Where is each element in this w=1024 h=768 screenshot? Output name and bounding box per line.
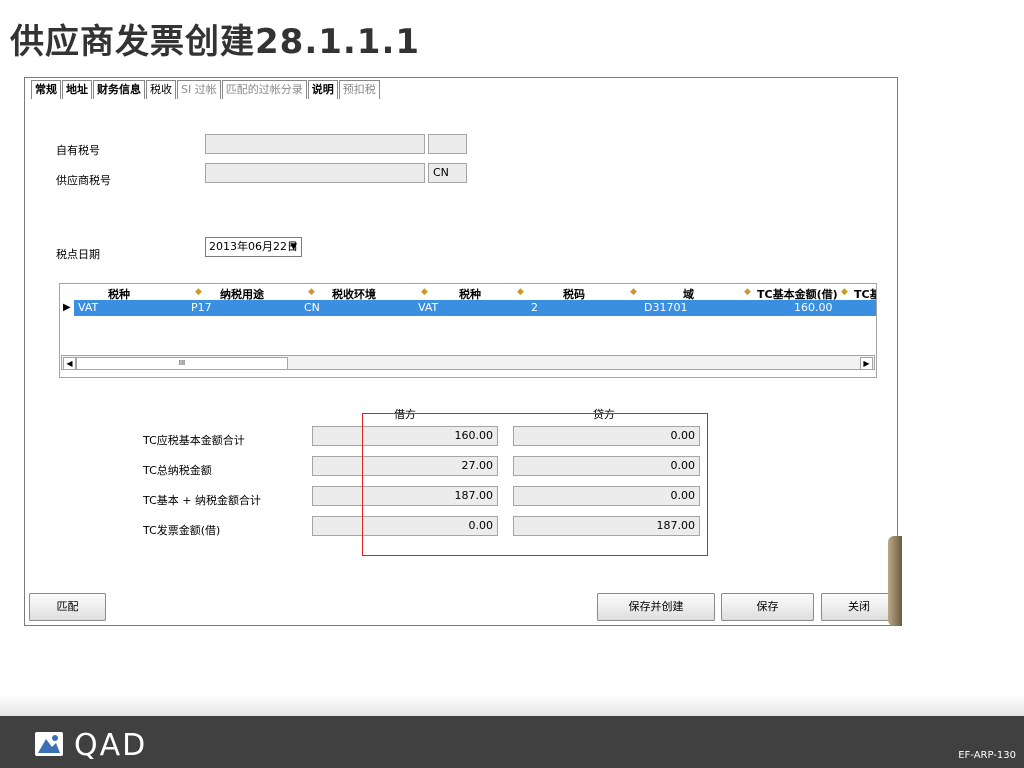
tab-description[interactable]: 说明	[307, 80, 338, 99]
save-and-create-button[interactable]: 保存并创建	[597, 593, 715, 621]
tax-date-select[interactable]: 2013年06月22日 ▼	[205, 237, 302, 257]
highlight-box	[362, 413, 708, 556]
cell-tax-type-2: VAT	[418, 301, 439, 314]
sort-icon: ◆	[517, 287, 524, 297]
own-tax-no-field[interactable]	[205, 134, 425, 154]
total-label-tax-amount: TC总纳税金额	[143, 464, 212, 477]
supplier-tax-country-field[interactable]: CN	[428, 163, 467, 183]
tab-address[interactable]: 地址	[62, 80, 92, 99]
total-label-taxable-base: TC应税基本金额合计	[143, 434, 245, 447]
scroll-right-icon[interactable]: ▶	[860, 357, 873, 370]
chevron-down-icon: ▼	[290, 242, 297, 252]
tax-date-value: 2013年06月22日	[209, 240, 298, 253]
scroll-thumb[interactable]: III	[76, 357, 288, 370]
sort-icon: ◆	[744, 287, 751, 297]
invoice-window: 常规 地址 财务信息 税收 SI 过帐 匹配的过帐分录 说明 预扣税 自有税号 …	[24, 77, 898, 626]
grid-header: 税种 ◆ 纳税用途 ◆ 税收环境 ◆ 税种 ◆ 税码 ◆ 域 ◆ TC基本金额(…	[60, 286, 876, 301]
footer-gradient	[0, 694, 1024, 716]
horizontal-scrollbar[interactable]: ◀ III ▶	[61, 355, 875, 370]
qad-logo-text: QAD	[74, 728, 148, 763]
own-tax-no-label: 自有税号	[56, 144, 100, 157]
slide-footer	[0, 716, 1024, 768]
sort-icon: ◆	[841, 287, 848, 297]
supplier-tax-no-label: 供应商税号	[56, 174, 111, 187]
match-button[interactable]: 匹配	[29, 593, 106, 621]
sort-icon: ◆	[421, 287, 428, 297]
sort-icon: ◆	[308, 287, 315, 297]
cell-tax-code: 2	[531, 301, 538, 314]
tab-bar: 常规 地址 财务信息 税收 SI 过帐 匹配的过帐分录 说明 预扣税	[31, 80, 381, 99]
sort-icon: ◆	[195, 287, 202, 297]
cell-tc-base-debit: 160.00	[794, 301, 833, 314]
tab-si-posting[interactable]: SI 过帐	[177, 80, 221, 99]
tab-withholding-tax[interactable]: 预扣税	[338, 80, 380, 99]
tab-general[interactable]: 常规	[31, 80, 61, 99]
qad-logo-icon	[35, 732, 63, 756]
total-label-base-plus-tax: TC基本 + 纳税金额合计	[143, 494, 261, 507]
tab-matched-postings[interactable]: 匹配的过帐分录	[221, 80, 307, 99]
cell-tax-usage: P17	[191, 301, 212, 314]
slide-code: EF-ARP-130	[958, 750, 1016, 761]
cell-domain: D31701	[644, 301, 688, 314]
table-row[interactable]: VAT P17 CN VAT 2 D31701 160.00	[74, 300, 876, 316]
supplier-tax-no-field[interactable]	[205, 163, 425, 183]
tab-financial-info[interactable]: 财务信息	[93, 80, 145, 99]
sort-icon: ◆	[630, 287, 637, 297]
close-button[interactable]: 关闭	[821, 593, 897, 621]
slide-title: 供应商发票创建28.1.1.1	[10, 22, 421, 62]
own-tax-country-field[interactable]	[428, 134, 467, 154]
current-row-icon: ▶	[63, 302, 71, 313]
save-button[interactable]: 保存	[721, 593, 814, 621]
cell-tax-type: VAT	[78, 301, 99, 314]
total-label-invoice-amount: TC发票金额(借)	[143, 524, 221, 537]
tax-date-label: 税点日期	[56, 248, 100, 261]
tab-tax[interactable]: 税收	[146, 80, 176, 99]
cell-tax-env: CN	[304, 301, 320, 314]
scroll-left-icon[interactable]: ◀	[63, 357, 76, 370]
decorative-edge-image	[888, 536, 902, 626]
